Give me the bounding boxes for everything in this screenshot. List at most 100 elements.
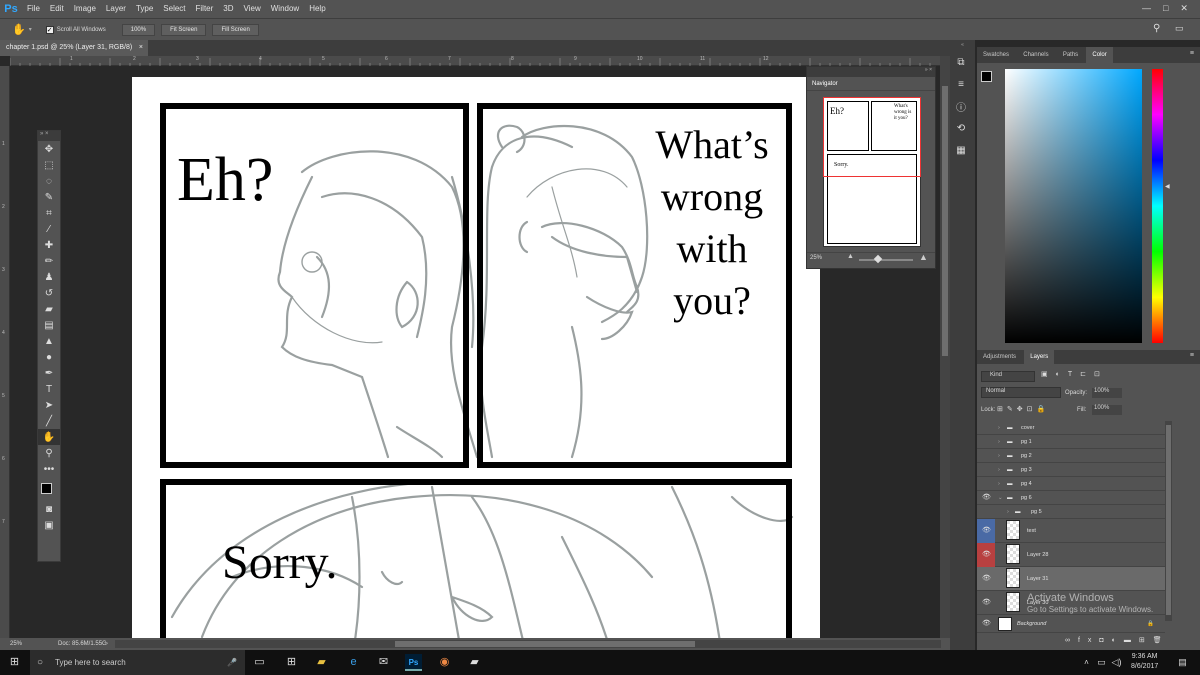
- blend-mode-dropdown[interactable]: Normal: [981, 387, 1061, 398]
- menu-type[interactable]: Type: [131, 0, 158, 18]
- document-tab[interactable]: chapter 1.psd @ 25% (Layer 31, RGB/8) ×: [0, 40, 148, 56]
- tab-paths[interactable]: Paths: [1057, 47, 1084, 63]
- properties-icon[interactable]: ≡: [950, 76, 972, 92]
- clock[interactable]: 9:36 AM 8/6/2017: [1131, 652, 1158, 672]
- menu-3d[interactable]: 3D: [218, 0, 238, 18]
- eye-icon[interactable]: 👁: [982, 615, 994, 633]
- eye-icon[interactable]: 👁: [982, 567, 994, 591]
- menu-help[interactable]: Help: [304, 0, 330, 18]
- slider-handle[interactable]: [873, 254, 883, 264]
- layer-action-icons[interactable]: ∞fx◘◐▬⊞🗑: [1065, 636, 1170, 644]
- menu-select[interactable]: Select: [158, 0, 190, 18]
- eyedropper-tool-icon[interactable]: ⁄: [38, 221, 60, 237]
- scroll-all-windows-checkbox[interactable]: ✓: [45, 25, 54, 34]
- app-icon[interactable]: ▰: [466, 654, 483, 671]
- tab-swatches[interactable]: Swatches: [977, 47, 1015, 63]
- menu-window[interactable]: Window: [266, 0, 304, 18]
- layer-row[interactable]: › ▬ pg 5: [977, 505, 1165, 519]
- chevron-down-icon[interactable]: ▾: [29, 26, 32, 33]
- blur-tool-icon[interactable]: ▲: [38, 333, 60, 349]
- layer-row[interactable]: 👁 text: [977, 519, 1165, 543]
- crop-tool-icon[interactable]: ⌗: [38, 205, 60, 221]
- line-tool-icon[interactable]: ╱: [38, 413, 60, 429]
- menu-filter[interactable]: Filter: [191, 0, 219, 18]
- actions-icon[interactable]: ⟲: [950, 120, 972, 136]
- chevron-down-icon[interactable]: ⌄: [998, 491, 1003, 505]
- layer-row[interactable]: 👁 ⌄ ▬ pg 6: [977, 491, 1165, 505]
- marquee-tool-icon[interactable]: ⬚: [38, 157, 60, 173]
- eye-icon[interactable]: 👁: [982, 543, 994, 567]
- panel-menu-icon[interactable]: ≡: [1190, 50, 1194, 57]
- layer-filter-dropdown[interactable]: Kind: [981, 371, 1035, 382]
- gradient-tool-icon[interactable]: ▤: [38, 317, 60, 333]
- chevron-right-icon[interactable]: ›: [998, 449, 1000, 463]
- zoom-out-icon[interactable]: ▲: [847, 253, 854, 260]
- doc-size[interactable]: Doc: 85.6M/1.55G: [58, 638, 107, 650]
- chevron-right-icon[interactable]: ›: [106, 638, 108, 650]
- clone-stamp-tool-icon[interactable]: ♟: [38, 269, 60, 285]
- quick-mask-icon[interactable]: ◙: [38, 501, 60, 517]
- layer-row[interactable]: › ▬ pg 3: [977, 463, 1165, 477]
- search-icon[interactable]: ⚲: [1153, 23, 1160, 34]
- screen-mode-icon[interactable]: ▣: [38, 517, 60, 533]
- layer-filter-icons[interactable]: ▣◐T⊏⊡: [1041, 370, 1108, 378]
- microphone-icon[interactable]: 🎤: [227, 650, 237, 675]
- canvas-area[interactable]: Eh? What’s wrong with you? Sorry.: [11, 66, 940, 638]
- chevron-right-icon[interactable]: ›: [998, 435, 1000, 449]
- fill-input[interactable]: 100%: [1092, 405, 1122, 415]
- layer-row[interactable]: › ▬ pg 1: [977, 435, 1165, 449]
- taskbar-search[interactable]: ○ Type here to search 🎤: [30, 650, 245, 675]
- path-select-tool-icon[interactable]: ➤: [38, 397, 60, 413]
- menu-view[interactable]: View: [239, 0, 266, 18]
- chevron-right-icon[interactable]: ›: [998, 421, 1000, 435]
- lasso-tool-icon[interactable]: ◌: [38, 173, 60, 189]
- healing-brush-tool-icon[interactable]: ✚: [38, 237, 60, 253]
- edge-icon[interactable]: e: [345, 654, 362, 671]
- scrollbar-thumb[interactable]: [942, 86, 948, 356]
- foreground-color-swatch[interactable]: [41, 483, 52, 494]
- history-icon[interactable]: ⧉: [950, 54, 972, 70]
- hue-slider[interactable]: [1152, 69, 1163, 343]
- eraser-tool-icon[interactable]: ▰: [38, 301, 60, 317]
- eye-icon[interactable]: 👁: [982, 591, 994, 615]
- volume-icon[interactable]: ◁): [1108, 654, 1125, 671]
- windows-start-icon[interactable]: ⊞: [6, 654, 23, 671]
- fit-screen-button[interactable]: Fit Screen: [161, 23, 207, 36]
- zoom-in-icon[interactable]: ▲: [919, 252, 928, 262]
- fill-screen-button[interactable]: Fill Screen: [212, 23, 259, 36]
- layer-row[interactable]: › ▬ pg 2: [977, 449, 1165, 463]
- color-swatches[interactable]: [38, 477, 60, 501]
- pen-tool-icon[interactable]: ✒: [38, 365, 60, 381]
- layer-row[interactable]: › ▬ pg 4: [977, 477, 1165, 491]
- store-icon[interactable]: ⊞: [283, 654, 300, 671]
- navigator-zoom-value[interactable]: 25%: [810, 255, 822, 261]
- chevron-right-icon[interactable]: ›: [998, 477, 1000, 491]
- task-view-icon[interactable]: ▭: [251, 654, 268, 671]
- menu-file[interactable]: File: [22, 0, 45, 18]
- window-controls[interactable]: —□✕: [1142, 3, 1200, 14]
- quick-select-tool-icon[interactable]: ✎: [38, 189, 60, 205]
- layer-row[interactable]: 👁 Layer 28: [977, 543, 1165, 567]
- tab-color[interactable]: Color: [1086, 47, 1113, 63]
- layer-row[interactable]: › ▬ cover: [977, 421, 1165, 435]
- zoom-level[interactable]: 25%: [10, 638, 22, 650]
- zoom-tool-icon[interactable]: ⚲: [38, 445, 60, 461]
- hand-tool-icon[interactable]: ✋: [12, 23, 26, 36]
- hue-slider-handle[interactable]: ◀: [1165, 183, 1170, 190]
- eye-icon[interactable]: 👁: [982, 519, 994, 543]
- history-brush-tool-icon[interactable]: ↺: [38, 285, 60, 301]
- brush-tool-icon[interactable]: ✏: [38, 253, 60, 269]
- foreground-color-swatch[interactable]: [981, 71, 992, 82]
- tab-channels[interactable]: Channels: [1017, 47, 1054, 63]
- layer-row[interactable]: 👁 Background 🔒: [977, 615, 1165, 633]
- comic-page[interactable]: Eh? What’s wrong with you? Sorry.: [132, 77, 820, 638]
- info-icon[interactable]: ⓘ: [950, 98, 972, 114]
- more-tools-icon[interactable]: •••: [38, 461, 60, 477]
- tab-adjustments[interactable]: Adjustments: [977, 350, 1022, 364]
- menu-layer[interactable]: Layer: [101, 0, 131, 18]
- zoom-100-button[interactable]: 100%: [121, 23, 156, 36]
- navigator-view-box[interactable]: [823, 97, 921, 177]
- chevron-right-icon[interactable]: ›: [998, 463, 1000, 477]
- type-tool-icon[interactable]: T: [38, 381, 60, 397]
- eye-icon[interactable]: 👁: [982, 491, 994, 505]
